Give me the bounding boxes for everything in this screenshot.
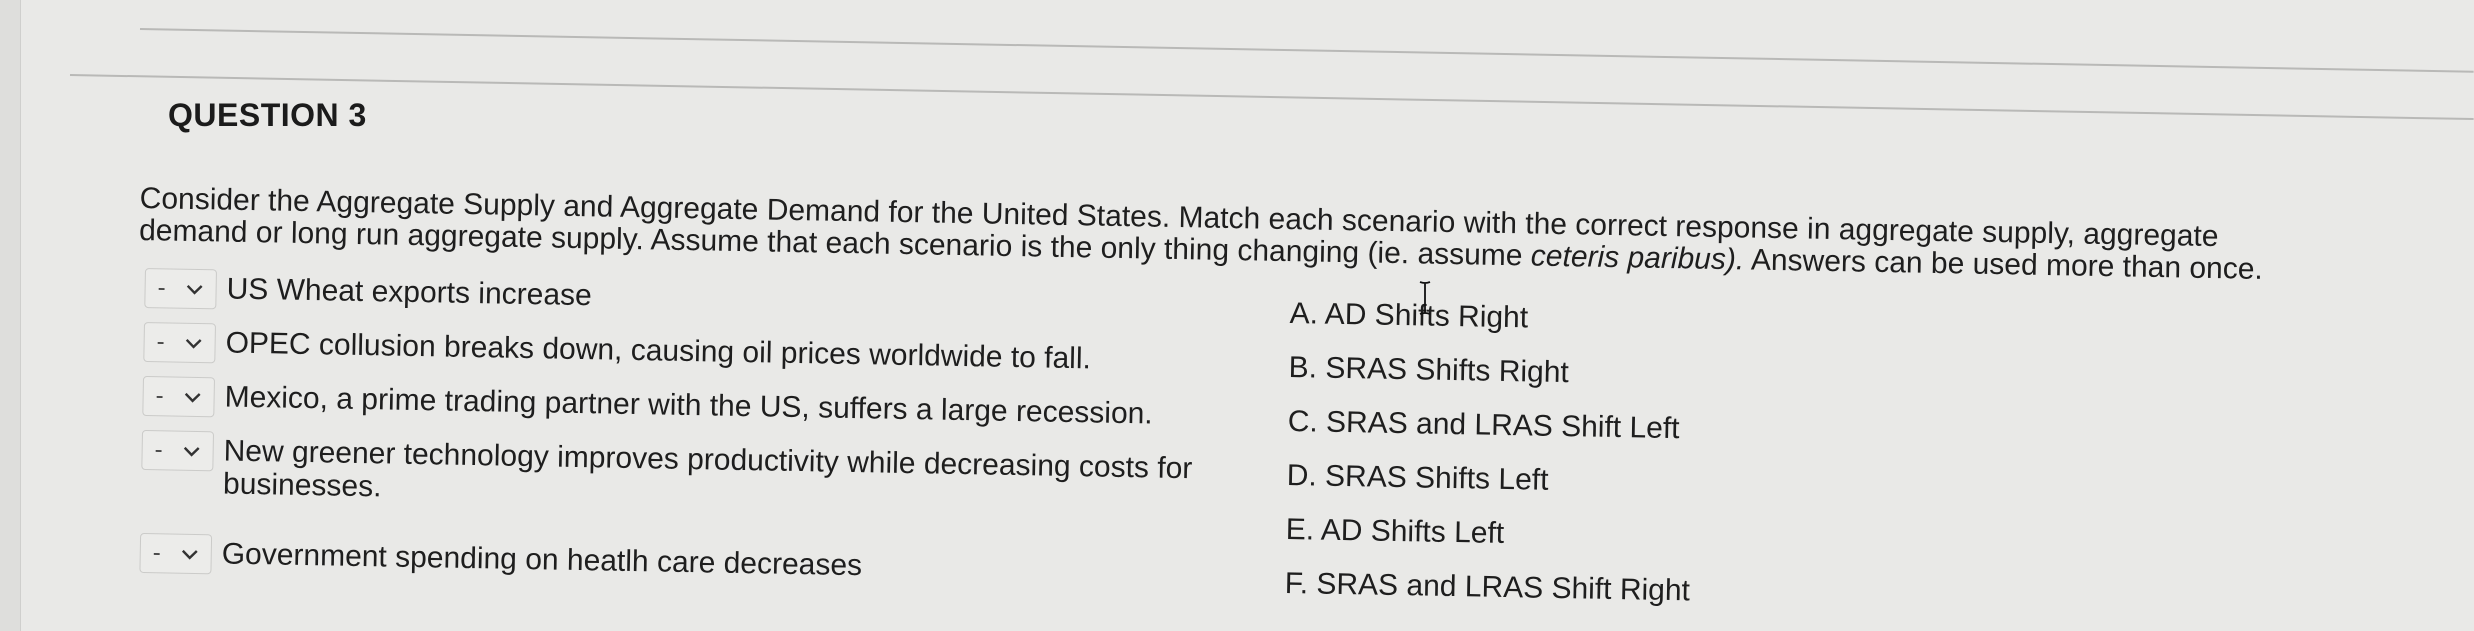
answer-select-2[interactable]: - (143, 321, 216, 364)
answer-option-f: F. SRAS and LRAS Shift Right (1284, 566, 1691, 608)
answer-select-value: - (155, 382, 164, 410)
scenario-row: - Mexico, a prime trading partner with t… (142, 375, 1283, 437)
scenario-text: Government spending on heatlh care decre… (221, 537, 863, 583)
left-gutter (0, 0, 21, 631)
answer-select-value: - (156, 328, 165, 356)
matching-list: - US Wheat exports increase - OPEC collu… (139, 268, 1285, 608)
divider-top (139, 28, 2474, 73)
answer-option-e: E. AD Shifts Left (1285, 512, 1505, 550)
scenario-text: US Wheat exports increase (226, 272, 593, 313)
answer-option-c: C. SRAS and LRAS Shift Left (1287, 404, 1680, 446)
answer-select-value: - (157, 274, 166, 302)
scenario-row: - New greener technology improves produc… (141, 429, 1282, 520)
scenario-text: New greener technology improves producti… (222, 434, 1193, 504)
answer-select-5[interactable]: - (139, 532, 213, 575)
chevron-down-icon (185, 338, 202, 349)
answer-option-b: B. SRAS Shifts Right (1288, 350, 1570, 390)
scenario-text: OPEC collusion breaks down, causing oil … (225, 326, 1092, 376)
answer-select-1[interactable]: - (144, 268, 217, 310)
prompt-italic-text: ceteris paribus). (1530, 239, 1745, 277)
answer-option-d: D. SRAS Shifts Left (1286, 458, 1549, 497)
scenario-row: - US Wheat exports increase (144, 268, 1285, 329)
text-cursor-icon (1419, 281, 1431, 315)
chevron-down-icon (181, 549, 198, 560)
chevron-down-icon (183, 446, 200, 457)
question-title: QUESTION 3 (168, 97, 367, 133)
answer-select-value: - (152, 539, 162, 567)
chevron-down-icon (184, 392, 201, 403)
divider-question (69, 74, 2474, 121)
scenario-row: - OPEC collusion breaks down, causing oi… (143, 321, 1284, 383)
scenario-row: - Government spending on heatlh care dec… (139, 532, 1280, 594)
chevron-down-icon (186, 284, 203, 295)
answer-select-4[interactable]: - (141, 429, 215, 472)
answer-select-3[interactable]: - (142, 375, 216, 418)
answer-select-value: - (154, 436, 163, 464)
answer-option-a: A. AD Shifts Right (1289, 297, 1529, 335)
answer-options: A. AD Shifts Right B. SRAS Shifts Right … (1284, 297, 1695, 629)
scenario-text: Mexico, a prime trading partner with the… (224, 380, 1153, 431)
question-prompt: Consider the Aggregate Supply and Aggreg… (139, 182, 2390, 288)
